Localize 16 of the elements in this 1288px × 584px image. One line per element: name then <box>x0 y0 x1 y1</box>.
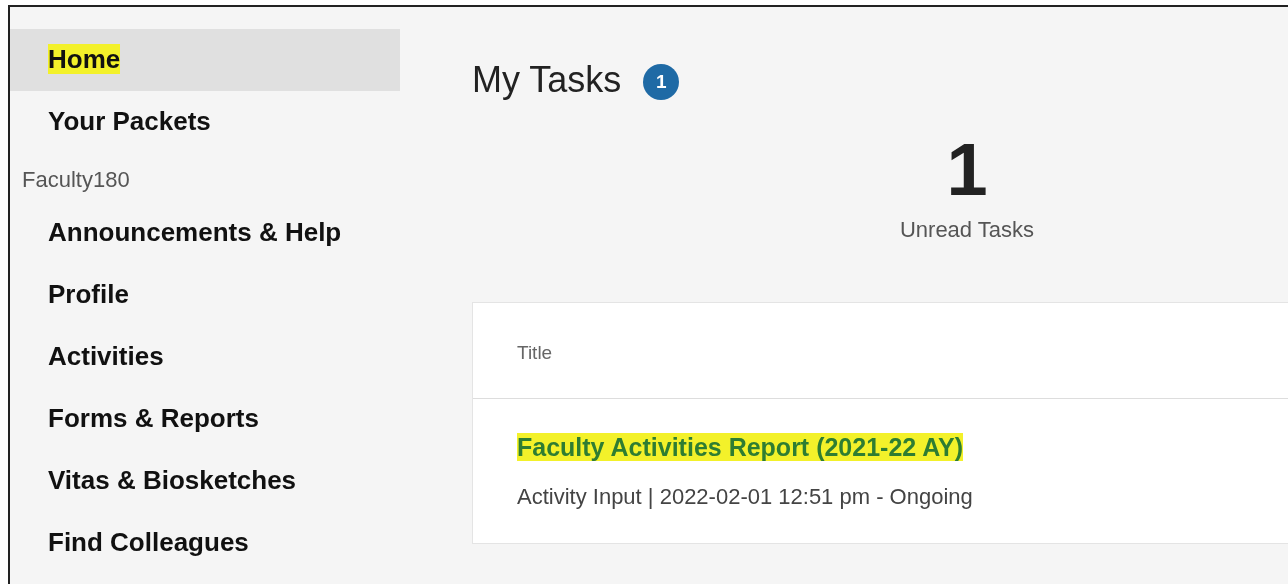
sidebar-item[interactable]: Profile <box>10 264 400 326</box>
task-details: Activity Input | 2022-02-01 12:51 pm - Ongoing <box>517 484 973 510</box>
sidebar-item[interactable]: Home <box>10 29 400 91</box>
task-link[interactable]: Faculty Activities Report (2021-22 AY) <box>517 432 963 461</box>
sidebar-item[interactable]: Vitas & Biosketches <box>10 450 400 512</box>
sidebar-item[interactable]: Your Packets <box>10 91 400 153</box>
count-badge: 1 <box>643 64 680 101</box>
sidebar-item[interactable]: Announcements & Help <box>10 202 400 264</box>
page-title: My Tasks <box>472 59 622 100</box>
unread-count: 1 <box>946 133 988 208</box>
sidebar-item[interactable]: Find Colleagues <box>10 512 400 574</box>
sidebar-item[interactable]: Forms & Reports <box>10 388 400 450</box>
sidebar-item[interactable]: Activities <box>10 326 400 388</box>
section-header: Faculty180 <box>21 166 131 194</box>
unread-label: Unread Tasks <box>899 217 1035 243</box>
column-header: Title <box>517 342 553 364</box>
